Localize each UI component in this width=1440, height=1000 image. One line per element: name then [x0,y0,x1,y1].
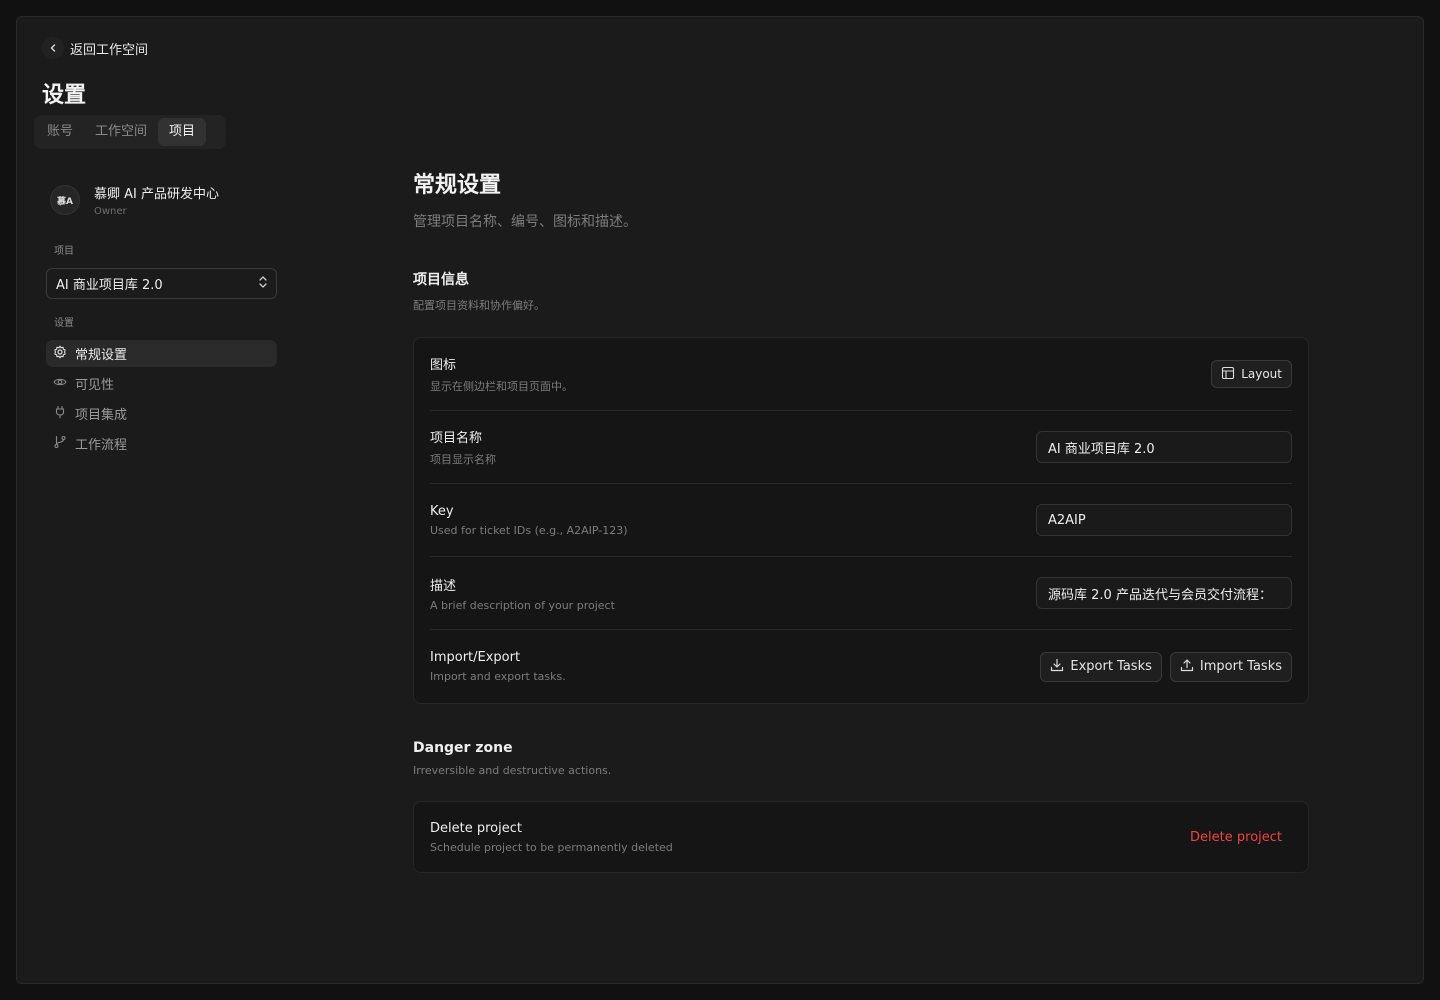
danger-zone-desc: Irreversible and destructive actions. [413,764,612,777]
description-row-desc: A brief description of your project [430,598,615,612]
chevron-left-icon [42,37,64,59]
delete-project-button[interactable]: Delete project [1190,830,1292,845]
project-name-field[interactable]: AI 商业项目库 2.0 [1036,431,1292,463]
org-role: Owner [94,206,127,217]
tab-account[interactable]: 账号 [36,118,84,146]
project-description-field[interactable]: 源码库 2.0 产品迭代与会员交付流程： [1036,577,1292,609]
back-label: 返回工作空间 [70,42,149,58]
section-subtitle: 管理项目名称、编号、图标和描述。 [413,214,637,230]
main-content: 常规设置 管理项目名称、编号、图标和描述。 项目信息 配置项目资料和协作偏好。 … [413,167,1309,873]
export-tasks-label: Export Tasks [1070,659,1152,674]
org-header: 慕A 慕卿 AI 产品研发中心 Owner [50,183,219,217]
name-row: 项目名称 项目显示名称 AI 商业项目库 2.0 [430,411,1292,484]
project-info-heading: 项目信息 [413,272,469,288]
delete-project-title: Delete project [430,820,522,836]
tab-project[interactable]: 项目 [158,118,207,146]
danger-zone-heading: Danger zone [413,740,513,756]
settings-nav: 常规设置 可见性 项目集成 工作流程 [46,340,277,460]
sidebar-item-integrations[interactable]: 项目集成 [46,400,277,427]
sidebar-item-general[interactable]: 常规设置 [46,340,277,367]
sidebar-item-label: 项目集成 [75,408,128,423]
gear-icon [53,345,67,363]
settings-window: 返回工作空间 设置 账号 工作空间 项目 慕A 慕卿 AI 产品研发中心 Own… [16,16,1424,984]
download-icon [1050,658,1064,676]
section-heading: 常规设置 [413,173,502,198]
sidebar-item-label: 常规设置 [75,348,128,363]
project-select-value: AI 商业项目库 2.0 [56,278,163,293]
sidebar-item-label: 可见性 [75,378,115,393]
project-info-card: 图标 显示在侧边栏和项目页面中。 Layout 项目名称 项目显示名称 AI 商… [413,337,1309,704]
delete-project-desc: Schedule project to be permanently delet… [430,840,673,854]
import-export-desc: Import and export tasks. [430,670,566,683]
name-row-title: 项目名称 [430,431,483,446]
import-export-title: Import/Export [430,650,521,665]
icon-row: 图标 显示在侧边栏和项目页面中。 Layout [430,338,1292,411]
git-branch-icon [53,435,67,453]
layout-icon [1221,366,1235,383]
project-section-label: 项目 [54,246,74,257]
import-tasks-button[interactable]: Import Tasks [1169,651,1292,682]
project-info-desc: 配置项目资料和协作偏好。 [413,299,545,312]
description-row: 描述 A brief description of your project 源… [430,557,1292,630]
sidebar-item-visibility[interactable]: 可见性 [46,370,277,397]
description-row-title: 描述 [430,578,457,594]
delete-project-row: Delete project Schedule project to be pe… [430,802,1292,872]
icon-row-desc: 显示在侧边栏和项目页面中。 [430,380,573,393]
export-tasks-button[interactable]: Export Tasks [1040,651,1162,682]
danger-zone-card: Delete project Schedule project to be pe… [413,801,1309,873]
sidebar-item-label: 工作流程 [75,438,128,453]
avatar: 慕A [50,185,80,215]
import-export-row: Import/Export Import and export tasks. E… [430,630,1292,703]
icon-picker-label: Layout [1241,367,1282,381]
settings-section-label: 设置 [54,318,74,329]
eye-icon [53,375,67,393]
page-title: 设置 [42,83,87,108]
chevron-up-down-icon [258,275,268,293]
project-select[interactable]: AI 商业项目库 2.0 [46,268,277,299]
upload-icon [1180,658,1194,676]
name-row-desc: 项目显示名称 [430,453,496,466]
settings-tabs: 账号 工作空间 项目 [34,115,226,149]
plug-icon [53,405,67,423]
key-row: Key Used for ticket IDs (e.g., A2AIP-123… [430,484,1292,557]
key-row-title: Key [430,503,454,519]
back-to-workspace-link[interactable]: 返回工作空间 [42,37,148,59]
import-tasks-label: Import Tasks [1199,659,1282,674]
icon-picker-button[interactable]: Layout [1211,360,1292,388]
icon-row-title: 图标 [430,358,457,373]
key-row-desc: Used for ticket IDs (e.g., A2AIP-123) [430,523,628,537]
project-key-field[interactable]: A2AIP [1036,504,1292,536]
org-name: 慕卿 AI 产品研发中心 [94,187,219,202]
tab-workspace[interactable]: 工作空间 [84,118,158,146]
sidebar-item-workflow[interactable]: 工作流程 [46,430,277,457]
